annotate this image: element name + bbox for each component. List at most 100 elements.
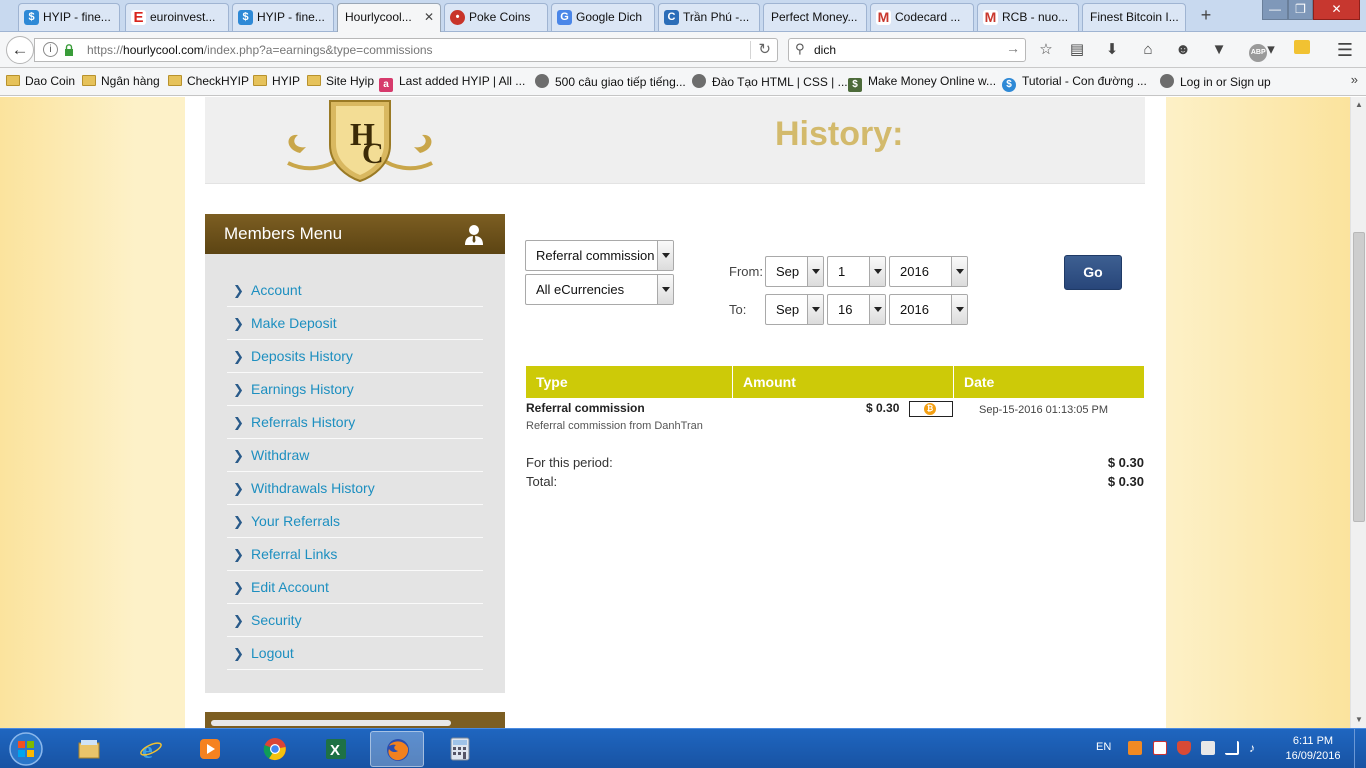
bookmark-folder[interactable]: Ngân hàng <box>82 74 160 88</box>
menu-item-security[interactable]: ❯ Security <box>227 604 483 637</box>
bookmark-folder[interactable]: HYIP <box>253 74 300 88</box>
menu-item-withdraw[interactable]: ❯ Withdraw <box>227 439 483 472</box>
volume-icon[interactable]: ♪ <box>1249 741 1263 755</box>
tab-google-dich[interactable]: G Google Dich <box>551 3 655 31</box>
restore-button[interactable]: ❐ <box>1288 0 1313 20</box>
folder-icon <box>6 75 20 86</box>
from-day-select[interactable]: 1 <box>827 256 886 287</box>
system-clock[interactable]: 6:11 PM 16/09/2016 <box>1278 734 1348 764</box>
taskbar-media-player[interactable] <box>183 731 237 767</box>
taskbar-firefox[interactable] <box>370 731 424 767</box>
menu-item-referral-links[interactable]: ❯ Referral Links <box>227 538 483 571</box>
calculator-icon <box>450 737 470 761</box>
minimize-button[interactable]: — <box>1262 0 1288 20</box>
reading-list-icon[interactable]: ▤ <box>1066 40 1088 60</box>
show-desktop-button[interactable] <box>1354 729 1366 768</box>
row-description: Referral commission from DanhTran <box>526 420 703 432</box>
tray-shield-icon[interactable] <box>1177 741 1191 755</box>
bookmark-link[interactable]: $ Tutorial - Con đường ... <box>1002 74 1147 92</box>
menu-item-make-deposit[interactable]: ❯ Make Deposit <box>227 307 483 340</box>
dropdown-arrow-icon <box>869 257 885 286</box>
bookmark-link[interactable]: Đào Tạo HTML | CSS | ... <box>692 74 848 89</box>
menu-item-your-referrals[interactable]: ❯ Your Referrals <box>227 505 483 538</box>
tab-finest-bitcoin[interactable]: Finest Bitcoin I... <box>1082 3 1186 31</box>
pocket-icon[interactable]: ▼ <box>1208 40 1230 60</box>
url-bar[interactable]: i https://hourlycool.com/index.php?a=ear… <box>34 38 778 62</box>
scroll-down-icon[interactable]: ▼ <box>1351 712 1366 728</box>
tray-v-icon[interactable] <box>1153 741 1167 755</box>
site-info-icon[interactable]: i <box>43 42 58 57</box>
taskbar-internet-explorer[interactable]: e <box>124 731 178 767</box>
menu-item-logout[interactable]: ❯ Logout <box>227 637 483 670</box>
close-tab-icon[interactable]: ✕ <box>422 4 436 30</box>
to-month-select[interactable]: Sep <box>765 294 824 325</box>
scroll-up-icon[interactable]: ▲ <box>1351 97 1366 113</box>
menu-item-edit-account[interactable]: ❯ Edit Account <box>227 571 483 604</box>
bookmark-link[interactable]: a Last added HYIP | All ... <box>379 74 525 92</box>
adblock-icon[interactable]: ABP ▾ <box>1246 40 1278 62</box>
scrollbar-thumb[interactable] <box>1353 232 1365 522</box>
taskbar-chrome[interactable] <box>248 731 302 767</box>
bookmarks-overflow-button[interactable]: » <box>1351 72 1358 87</box>
column-header-type: Type <box>526 366 733 398</box>
home-icon[interactable]: ⌂ <box>1137 40 1159 60</box>
tab-rcb[interactable]: M RCB - nuo... <box>977 3 1079 31</box>
clock-time: 6:11 PM <box>1292 735 1334 747</box>
taskbar-calculator[interactable] <box>433 731 487 767</box>
menu-item-account[interactable]: ❯ Account <box>227 274 483 307</box>
tab-euroinvest[interactable]: E euroinvest... <box>125 3 229 31</box>
menu-item-earnings-history[interactable]: ❯ Earnings History <box>227 373 483 406</box>
column-header-date: Date <box>964 374 995 390</box>
tab-perfect-money[interactable]: Perfect Money... <box>763 3 867 31</box>
taskbar-excel[interactable]: X <box>309 731 363 767</box>
to-year-select[interactable]: 2016 <box>889 294 968 325</box>
new-tab-button[interactable]: + <box>1196 5 1216 27</box>
back-button[interactable]: ← <box>6 36 34 64</box>
type-select[interactable]: Referral commission <box>525 240 674 271</box>
taskbar-explorer[interactable] <box>62 731 116 767</box>
from-month-select[interactable]: Sep <box>765 256 824 287</box>
search-input[interactable]: dich <box>814 43 836 57</box>
menu-item-withdrawals-history[interactable]: ❯ Withdrawals History <box>227 472 483 505</box>
back-arrow-icon: ← <box>11 40 29 59</box>
reload-icon[interactable]: ↻ <box>758 40 771 58</box>
bookmark-link[interactable]: Log in or Sign up <box>1160 74 1271 89</box>
tray-network-icon[interactable] <box>1201 741 1215 755</box>
chat-icon[interactable]: ☻ <box>1172 40 1194 60</box>
to-day-select[interactable]: 16 <box>827 294 886 325</box>
from-year-select[interactable]: 2016 <box>889 256 968 287</box>
tab-codecard[interactable]: M Codecard ... <box>870 3 974 31</box>
lock-icon <box>65 44 73 56</box>
page-scrollbar[interactable]: ▲ ▼ <box>1350 97 1366 728</box>
dropdown-arrow-icon <box>657 241 673 270</box>
go-button[interactable]: Go <box>1064 255 1122 290</box>
currency-select[interactable]: All eCurrencies <box>525 274 674 305</box>
tab-hyip-1[interactable]: $ HYIP - fine... <box>18 3 120 31</box>
menu-icon[interactable]: ☰ <box>1334 40 1356 60</box>
bookmark-link[interactable]: 500 câu giao tiếp tiếng... <box>535 74 686 89</box>
menu-item-referrals-history[interactable]: ❯ Referrals History <box>227 406 483 439</box>
downloads-icon[interactable]: ⬇ <box>1101 40 1123 60</box>
tab-hyip-2[interactable]: $ HYIP - fine... <box>232 3 334 31</box>
bookmark-folder[interactable]: Site Hyip <box>307 74 374 88</box>
search-go-icon[interactable]: → <box>1006 40 1020 56</box>
period-value: $ 0.30 <box>1107 455 1144 470</box>
bookmark-link[interactable]: $ Make Money Online w... <box>848 74 996 92</box>
extension-icon[interactable] <box>1291 40 1313 60</box>
folder-icon <box>307 75 321 86</box>
bookmark-star-icon[interactable]: ☆ <box>1035 40 1057 60</box>
language-indicator[interactable]: EN <box>1096 741 1111 753</box>
tab-poke-coins[interactable]: • Poke Coins <box>444 3 548 31</box>
bookmark-folder[interactable]: Dao Coin <box>6 74 75 88</box>
signal-icon[interactable] <box>1225 741 1239 755</box>
close-window-button[interactable]: ✕ <box>1313 0 1360 20</box>
start-button[interactable] <box>6 731 46 767</box>
tab-tran-phu[interactable]: C Trần Phú -... <box>658 3 760 31</box>
menu-item-deposits-history[interactable]: ❯ Deposits History <box>227 340 483 373</box>
page-viewport: H C History: Members Menu ❯ Account ❯ Make… <box>0 97 1350 728</box>
tray-app-icon[interactable] <box>1128 741 1142 755</box>
column-header-amount: Amount <box>733 366 954 398</box>
bookmark-folder[interactable]: CheckHYIP <box>168 74 249 88</box>
search-bar[interactable]: ⚲ dich → <box>788 38 1026 62</box>
tab-hourlycool[interactable]: Hourlycool... ✕ <box>337 3 441 33</box>
